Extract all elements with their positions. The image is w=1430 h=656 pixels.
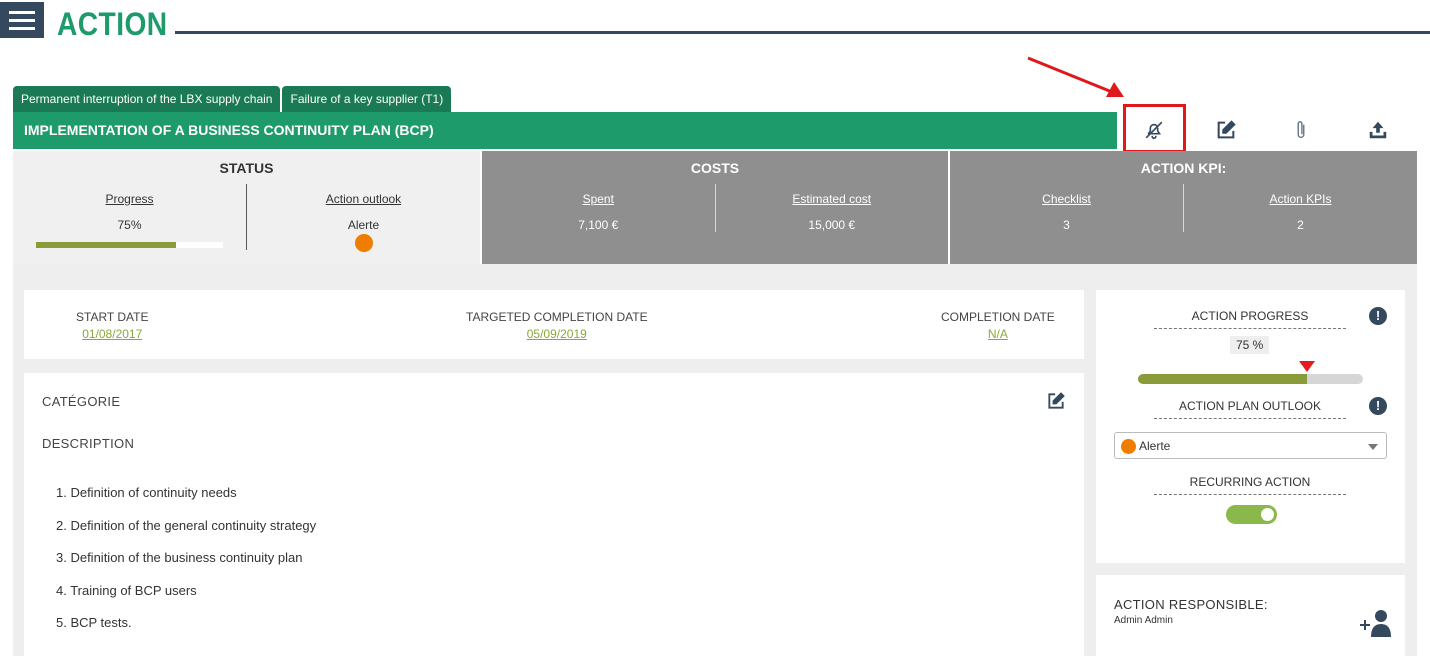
hamburger-menu-icon[interactable] bbox=[0, 2, 44, 38]
description-list: 1. Definition of continuity needs 2. Def… bbox=[56, 485, 316, 648]
costs-title: COSTS bbox=[690, 160, 740, 176]
progress-value: 75% bbox=[117, 218, 142, 232]
action-progress-value: 75 % bbox=[1230, 336, 1270, 354]
edit-description-icon[interactable] bbox=[1046, 391, 1066, 416]
annotation-arrow-icon bbox=[1027, 56, 1124, 97]
action-kpis-column: Action KPIs 2 bbox=[1183, 184, 1417, 232]
outlook-column: Action outlook Alerte bbox=[246, 184, 480, 252]
estimated-column: Estimated cost 15,000 € bbox=[714, 184, 949, 232]
progress-marker-icon[interactable] bbox=[1298, 361, 1315, 372]
list-item: 1. Definition of continuity needs bbox=[56, 485, 237, 500]
page-title: ACTION bbox=[57, 6, 168, 42]
list-item: 2. Definition of the general continuity … bbox=[56, 517, 317, 533]
description-card: CATÉGORIE DESCRIPTION 1. Definition of c… bbox=[24, 373, 1084, 656]
spent-column: Spent 7,100 € bbox=[482, 184, 715, 232]
upload-icon[interactable] bbox=[1363, 116, 1393, 144]
page-header: ACTION bbox=[0, 0, 1430, 50]
kpi-title: ACTION KPI: bbox=[1140, 160, 1227, 176]
action-progress-label: ACTION PROGRESS bbox=[1154, 309, 1346, 329]
targeted-completion-date: TARGETED COMPLETION DATE 05/09/2019 bbox=[466, 310, 648, 341]
completion-date-label: COMPLETION DATE bbox=[941, 310, 1055, 324]
title-divider bbox=[175, 31, 1430, 34]
action-kpis-value: 2 bbox=[1297, 218, 1304, 232]
completion-date: COMPLETION DATE N/A bbox=[941, 310, 1055, 341]
outlook-label[interactable]: Action outlook bbox=[247, 192, 480, 206]
recurring-action-toggle[interactable] bbox=[1226, 505, 1277, 524]
outlook-status-dot bbox=[1121, 439, 1136, 454]
outlook-selected-value: Alerte bbox=[1139, 439, 1171, 453]
outlook-select[interactable]: Alerte bbox=[1114, 432, 1387, 459]
spent-label[interactable]: Spent bbox=[482, 192, 715, 206]
tab-scenario[interactable]: Failure of a key supplier (T1) bbox=[282, 86, 452, 112]
paperclip-icon[interactable] bbox=[1286, 116, 1316, 144]
action-plan-outlook-label: ACTION PLAN OUTLOOK bbox=[1154, 399, 1346, 419]
list-item: 3. Definition of the business continuity… bbox=[56, 550, 303, 565]
action-progress-bar-fill bbox=[1138, 374, 1307, 384]
outlook-status-dot bbox=[354, 234, 373, 252]
progress-column: Progress 75% bbox=[13, 184, 246, 250]
estimated-label[interactable]: Estimated cost bbox=[716, 192, 949, 206]
outlook-value: Alerte bbox=[347, 218, 380, 232]
action-responsible-value: Admin Admin bbox=[1114, 615, 1173, 626]
start-date: START DATE 01/08/2017 bbox=[76, 310, 148, 341]
edit-icon[interactable] bbox=[1211, 116, 1241, 144]
description-heading: DESCRIPTION bbox=[42, 436, 135, 451]
add-user-icon[interactable] bbox=[1358, 607, 1394, 641]
targeted-date-value[interactable]: 05/09/2019 bbox=[466, 327, 648, 341]
action-page: ACTION Permanent interruption of the LBX… bbox=[0, 0, 1430, 656]
list-item: 4. Training of BCP users bbox=[56, 582, 197, 598]
checklist-column: Checklist 3 bbox=[950, 184, 1183, 232]
bell-off-icon[interactable] bbox=[1139, 116, 1169, 144]
action-progress-bar bbox=[1138, 374, 1363, 384]
action-title-banner: IMPLEMENTATION OF A BUSINESS CONTINUITY … bbox=[13, 112, 1117, 149]
action-responsible-card: ACTION RESPONSIBLE: Admin Admin bbox=[1096, 575, 1405, 656]
recurring-action-label: RECURRING ACTION bbox=[1154, 475, 1346, 495]
progress-bar bbox=[36, 242, 223, 248]
status-panel: STATUS Progress 75% Action outlook Alert… bbox=[13, 151, 480, 264]
action-kpis-label[interactable]: Action KPIs bbox=[1184, 192, 1417, 206]
toggle-knob bbox=[1261, 508, 1274, 521]
action-progress-card: ACTION PROGRESS ! 75 % ACTION PLAN OUTLO… bbox=[1096, 290, 1405, 563]
costs-panel: COSTS Spent 7,100 € Estimated cost 15,00… bbox=[482, 151, 948, 264]
dates-card: START DATE 01/08/2017 TARGETED COMPLETIO… bbox=[24, 290, 1084, 359]
start-date-value[interactable]: 01/08/2017 bbox=[76, 327, 148, 341]
category-heading: CATÉGORIE bbox=[42, 394, 121, 409]
estimated-value: 15,000 € bbox=[808, 218, 856, 232]
status-title: STATUS bbox=[219, 160, 274, 176]
checklist-label[interactable]: Checklist bbox=[950, 192, 1183, 206]
progress-label[interactable]: Progress bbox=[13, 192, 246, 206]
targeted-date-label: TARGETED COMPLETION DATE bbox=[466, 310, 648, 324]
checklist-value: 3 bbox=[1063, 218, 1070, 232]
progress-bar-fill bbox=[36, 242, 177, 248]
spent-value: 7,100 € bbox=[578, 218, 619, 232]
breadcrumb-tabs: Permanent interruption of the LBX supply… bbox=[13, 86, 452, 112]
info-icon[interactable]: ! bbox=[1369, 307, 1387, 325]
info-icon[interactable]: ! bbox=[1369, 397, 1387, 415]
chevron-down-icon bbox=[1368, 444, 1378, 450]
tab-risk[interactable]: Permanent interruption of the LBX supply… bbox=[13, 86, 281, 112]
list-item: 5. BCP tests. bbox=[56, 615, 132, 630]
start-date-label: START DATE bbox=[76, 310, 149, 324]
completion-date-value[interactable]: N/A bbox=[941, 327, 1055, 341]
kpi-panel: ACTION KPI: Checklist 3 Action KPIs 2 bbox=[950, 151, 1417, 264]
action-responsible-label: ACTION RESPONSIBLE: bbox=[1114, 597, 1268, 612]
